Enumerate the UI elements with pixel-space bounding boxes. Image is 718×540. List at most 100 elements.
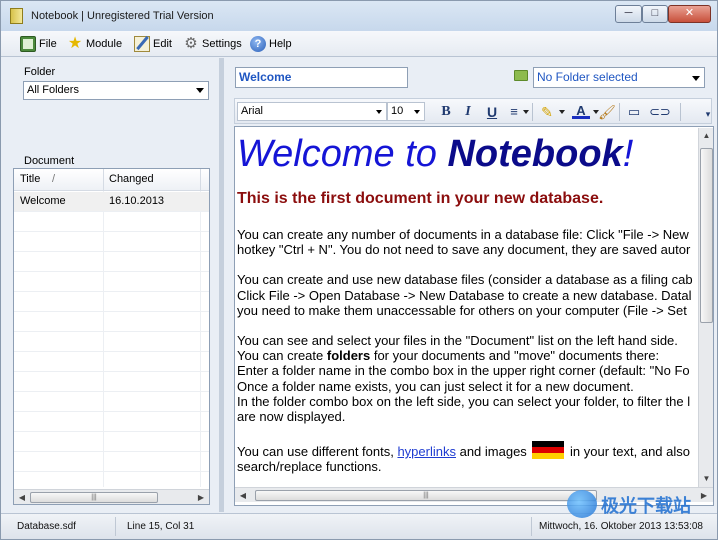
doc-paragraph-line: Enter a folder name in the combo box in … — [237, 363, 690, 379]
menu-file[interactable]: File — [20, 35, 57, 53]
column-separator[interactable] — [103, 169, 104, 191]
table-row[interactable] — [14, 372, 209, 392]
star-icon: ★ — [67, 35, 83, 52]
folder-filter-combo[interactable]: All Folders — [23, 81, 209, 100]
table-row[interactable]: Welcome 16.10.2013 — [14, 192, 209, 212]
table-row[interactable] — [14, 392, 209, 412]
doc-paragraph-line: You can use different fonts, hyperlinks … — [237, 441, 713, 460]
row-title: Welcome — [20, 195, 66, 207]
table-row[interactable] — [14, 432, 209, 452]
chevron-down-icon — [692, 76, 700, 81]
font-family-combo[interactable]: Arial — [237, 102, 387, 121]
table-row[interactable] — [14, 232, 209, 252]
align-icon[interactable]: ≡ — [505, 103, 523, 121]
image-icon[interactable]: ▭ — [625, 103, 643, 121]
scroll-thumb[interactable]: ||| — [255, 490, 597, 501]
column-changed[interactable]: Changed — [109, 173, 154, 185]
document-content[interactable]: Welcome to Notebook! This is the first d… — [237, 131, 713, 475]
folder-filter-value: All Folders — [27, 84, 79, 96]
doc-paragraph-line: hotkey "Ctrl + N". You do not need to sa… — [237, 242, 691, 258]
help-icon: ? — [250, 36, 266, 52]
title-bar: Notebook | Unregistered Trial Version ─ … — [1, 1, 717, 31]
status-datetime: Mittwoch, 16. Oktober 2013 13:53:08 — [539, 521, 703, 532]
scroll-left-icon[interactable]: ◀ — [15, 491, 29, 504]
menu-edit[interactable]: Edit — [134, 35, 172, 53]
italic-button[interactable]: I — [459, 103, 477, 121]
maximize-button[interactable]: □ — [642, 5, 668, 23]
menu-help[interactable]: ? Help — [250, 35, 292, 53]
minimize-button[interactable]: ─ — [615, 5, 642, 23]
status-cursor-position: Line 15, Col 31 — [127, 521, 195, 532]
menu-module-label: Module — [86, 38, 123, 50]
doc-subheading: This is the first document in your new d… — [237, 190, 604, 207]
row-changed: 16.10.2013 — [109, 195, 165, 207]
doc-paragraph-line: You can see and select your files in the… — [237, 333, 678, 349]
folder-icon — [514, 70, 528, 81]
font-family-value: Arial — [241, 105, 264, 117]
chevron-down-icon — [376, 110, 382, 114]
scroll-thumb[interactable] — [700, 148, 713, 323]
doc-paragraph-line: Click File -> Open Database -> New Datab… — [237, 287, 692, 303]
table-row[interactable] — [14, 352, 209, 372]
brush-icon[interactable]: 🖌 — [598, 103, 616, 121]
doc-paragraph-line: You can create any number of documents i… — [237, 227, 689, 242]
close-button[interactable]: ✕ — [668, 5, 711, 23]
font-size-combo[interactable]: 10 — [387, 102, 425, 121]
menu-settings[interactable]: ⚙ Settings — [183, 35, 242, 53]
underline-button[interactable]: U — [483, 103, 501, 121]
table-row[interactable] — [14, 452, 209, 472]
document-list-hscrollbar[interactable]: ◀ ||| ▶ — [14, 489, 209, 504]
hyperlink[interactable]: hyperlinks — [397, 444, 456, 459]
file-icon — [20, 36, 36, 52]
scroll-left-icon[interactable]: ◀ — [236, 489, 250, 502]
menu-bar: File ★ Module Edit ⚙ Settings ? Help — [1, 31, 717, 57]
document-list[interactable]: Title / Changed Welcome 16.10.2013 ◀ |||… — [13, 168, 210, 505]
menu-settings-label: Settings — [202, 38, 242, 50]
scroll-right-icon[interactable]: ▶ — [194, 491, 208, 504]
table-row[interactable] — [14, 252, 209, 272]
document-folder-combo[interactable]: No Folder selected — [533, 67, 705, 88]
status-separator — [531, 517, 532, 536]
table-row[interactable] — [14, 212, 209, 232]
doc-paragraph-line: Once a folder name exists, you can just … — [237, 378, 634, 394]
doc-heading: Welcome to Notebook! — [237, 133, 634, 175]
status-separator — [115, 517, 116, 536]
toolbar-separator — [680, 103, 681, 121]
scroll-up-icon[interactable]: ▲ — [700, 129, 713, 143]
scroll-down-icon[interactable]: ▼ — [700, 472, 713, 486]
menu-module[interactable]: ★ Module — [67, 35, 122, 53]
doc-paragraph-line: search/replace functions. — [237, 459, 382, 475]
document-editor[interactable]: Welcome to Notebook! This is the first d… — [234, 126, 714, 506]
table-row[interactable] — [14, 332, 209, 352]
document-list-header: Title / Changed — [14, 169, 209, 191]
editor-vscrollbar[interactable]: ▲ ▼ — [698, 128, 713, 488]
bold-button[interactable]: B — [437, 103, 455, 121]
german-flag-image — [532, 441, 565, 460]
font-color-icon[interactable]: A — [572, 103, 590, 119]
doc-paragraph-line: You can create folders for your document… — [237, 348, 660, 364]
doc-paragraph-line: In the folder combo box on the left side… — [237, 393, 691, 409]
panel-splitter[interactable] — [219, 58, 224, 512]
column-separator[interactable] — [200, 169, 201, 191]
menu-help-label: Help — [269, 38, 292, 50]
column-title[interactable]: Title — [20, 173, 40, 185]
scroll-thumb[interactable]: ||| — [30, 492, 158, 503]
toolbar-separator — [532, 103, 533, 121]
link-icon[interactable]: ⊂⊃ — [649, 103, 671, 121]
table-row[interactable] — [14, 412, 209, 432]
app-icon — [10, 8, 23, 24]
doc-paragraph-line: you need to make them unaccessable for o… — [237, 302, 687, 318]
table-row[interactable] — [14, 272, 209, 292]
table-row[interactable] — [14, 292, 209, 312]
highlighter-icon[interactable]: ✎ — [538, 103, 556, 121]
menu-file-label: File — [39, 38, 57, 50]
chevron-down-icon[interactable] — [559, 110, 565, 114]
chevron-down-icon[interactable] — [523, 110, 529, 114]
document-title-input[interactable]: Welcome — [235, 67, 408, 88]
window-title: Notebook | Unregistered Trial Version — [31, 10, 214, 22]
format-toolbar: Arial 10 B I U ≡ ✎ A 🖌 ▭ ⊂⊃ ▾ — [234, 98, 712, 124]
sort-indicator-icon: / — [52, 173, 56, 185]
watermark-text: 极光下载站 — [601, 496, 691, 517]
toolbar-overflow-icon[interactable]: ▾ — [699, 105, 717, 123]
table-row[interactable] — [14, 312, 209, 332]
